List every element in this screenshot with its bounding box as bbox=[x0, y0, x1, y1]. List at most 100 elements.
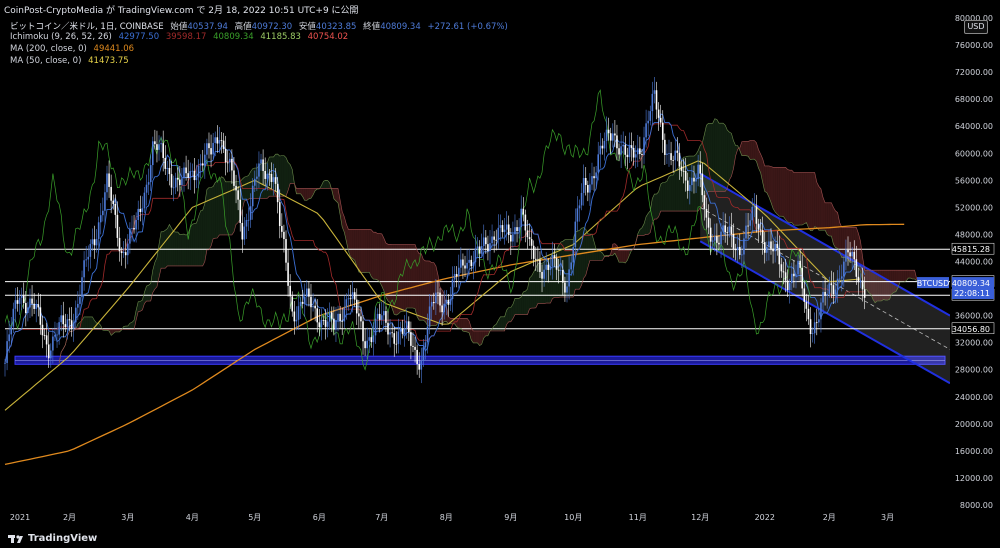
candle-body bbox=[641, 154, 643, 156]
cloud-segment bbox=[462, 318, 466, 332]
candle-body bbox=[605, 129, 608, 141]
candle-body bbox=[337, 313, 339, 321]
candle-body bbox=[299, 301, 302, 307]
candle-body bbox=[49, 350, 52, 359]
candle-body bbox=[645, 123, 647, 138]
time-axis[interactable]: 2021 2月 3月 4月 5月 6月 7月 8月 9月 10月 11月 12月 2022 2月 3月 bbox=[10, 513, 894, 522]
cloud-segment bbox=[390, 244, 393, 309]
candle-body bbox=[405, 321, 408, 329]
candle-body bbox=[518, 227, 520, 231]
price-tick-label: 56000.00 bbox=[955, 176, 993, 185]
candle-body bbox=[549, 266, 552, 270]
candle-body bbox=[482, 237, 485, 247]
candle-body bbox=[272, 177, 275, 182]
cloud-segment bbox=[246, 175, 249, 201]
candle-body bbox=[77, 303, 79, 308]
time-tick-label: 4月 bbox=[186, 513, 199, 522]
candle-body bbox=[131, 228, 133, 229]
candle-body bbox=[843, 261, 845, 277]
candle-body bbox=[374, 318, 377, 336]
candle-body bbox=[201, 163, 204, 166]
ichimoku-chikou: 40809.34 bbox=[213, 32, 254, 42]
cloud-segment bbox=[340, 199, 343, 228]
candle-body bbox=[684, 171, 687, 181]
candle-body bbox=[476, 246, 479, 249]
candle-body bbox=[780, 264, 783, 272]
price-chart[interactable]: 80000.0076000.0072000.0068000.0064000.00… bbox=[0, 0, 1000, 548]
candle-body bbox=[624, 144, 627, 155]
cloud-segment bbox=[812, 172, 815, 231]
symbol-legend[interactable]: ビットコイン／米ドル, 1日, COINBASE 始値40537.94 高値40… bbox=[10, 20, 512, 32]
candle-body bbox=[426, 326, 429, 343]
cloud-segment bbox=[806, 172, 809, 228]
cloud-segment bbox=[198, 210, 201, 266]
open-value: 40537.94 bbox=[187, 22, 228, 32]
ma50-legend[interactable]: MA (50, close, 0) 41473.75 bbox=[10, 56, 133, 66]
cloud-segment bbox=[721, 123, 724, 192]
price-axis[interactable]: 80000.0076000.0072000.0068000.0064000.00… bbox=[950, 0, 1000, 548]
candle-body bbox=[788, 283, 791, 291]
candle-body bbox=[256, 176, 258, 179]
cloud-segment bbox=[779, 167, 782, 217]
candle-body bbox=[189, 171, 192, 178]
cloud-segment bbox=[764, 165, 767, 193]
candle-body bbox=[45, 335, 48, 345]
candle-body bbox=[576, 208, 579, 222]
candle-body bbox=[791, 273, 793, 284]
cloud-segment bbox=[664, 181, 667, 212]
candle-body bbox=[747, 225, 749, 227]
candle-body bbox=[609, 133, 612, 141]
cloud-segment bbox=[662, 182, 665, 212]
currency-badge[interactable]: USD bbox=[964, 20, 988, 34]
ma50-label: MA (50, close, 0) bbox=[10, 56, 82, 66]
candle-body bbox=[141, 208, 144, 212]
candle-body bbox=[127, 243, 129, 256]
candle-body bbox=[208, 143, 210, 149]
candle-body bbox=[626, 154, 629, 158]
ichimoku-kijun: 39598.17 bbox=[165, 32, 207, 42]
cloud-segment bbox=[248, 171, 251, 200]
candle-body bbox=[247, 219, 250, 221]
candle-body bbox=[264, 170, 266, 179]
candle-body bbox=[158, 144, 160, 150]
candle-body bbox=[25, 303, 27, 313]
cloud-segment bbox=[371, 229, 374, 280]
cloud-segment bbox=[194, 223, 197, 266]
candle-body bbox=[326, 321, 329, 327]
candle-body bbox=[813, 322, 816, 334]
price-tick-label: 32000.00 bbox=[955, 339, 993, 348]
candle-body bbox=[81, 277, 83, 298]
candle-body bbox=[85, 259, 87, 261]
candle-body bbox=[79, 297, 81, 304]
candle-body bbox=[262, 159, 264, 171]
candle-body bbox=[622, 144, 625, 147]
time-tick-label: 8月 bbox=[440, 513, 453, 522]
candle-body bbox=[93, 239, 96, 246]
cloud-segment bbox=[787, 169, 790, 223]
symbol-name: ビットコイン／米ドル, 1日, COINBASE bbox=[10, 22, 164, 32]
ma200-legend[interactable]: MA (200, close, 0) 49441.06 bbox=[10, 44, 138, 54]
candle-body bbox=[593, 176, 595, 179]
candle-body bbox=[840, 276, 843, 279]
cloud-segment bbox=[363, 229, 366, 273]
candle-body bbox=[60, 315, 63, 323]
candle-body bbox=[512, 234, 514, 242]
candle-body bbox=[29, 298, 31, 308]
candle-body bbox=[66, 319, 69, 327]
candle-body bbox=[249, 206, 252, 220]
candle-body bbox=[530, 239, 533, 246]
candle-body bbox=[761, 230, 764, 243]
cloud-segment bbox=[335, 188, 339, 203]
candle-body bbox=[241, 222, 244, 240]
candle-body bbox=[106, 173, 108, 193]
cloud-segment bbox=[402, 244, 405, 312]
candle-body bbox=[360, 316, 362, 322]
candle-body bbox=[603, 140, 606, 149]
candle-body bbox=[772, 248, 774, 252]
candle-body bbox=[439, 292, 441, 306]
candle-body bbox=[480, 246, 483, 254]
cloud-segment bbox=[400, 244, 403, 312]
ichimoku-legend[interactable]: Ichimoku (9, 26, 52, 26) 42977.50 39598.… bbox=[10, 32, 352, 42]
candle-body bbox=[697, 164, 699, 180]
candle-body bbox=[801, 267, 804, 289]
